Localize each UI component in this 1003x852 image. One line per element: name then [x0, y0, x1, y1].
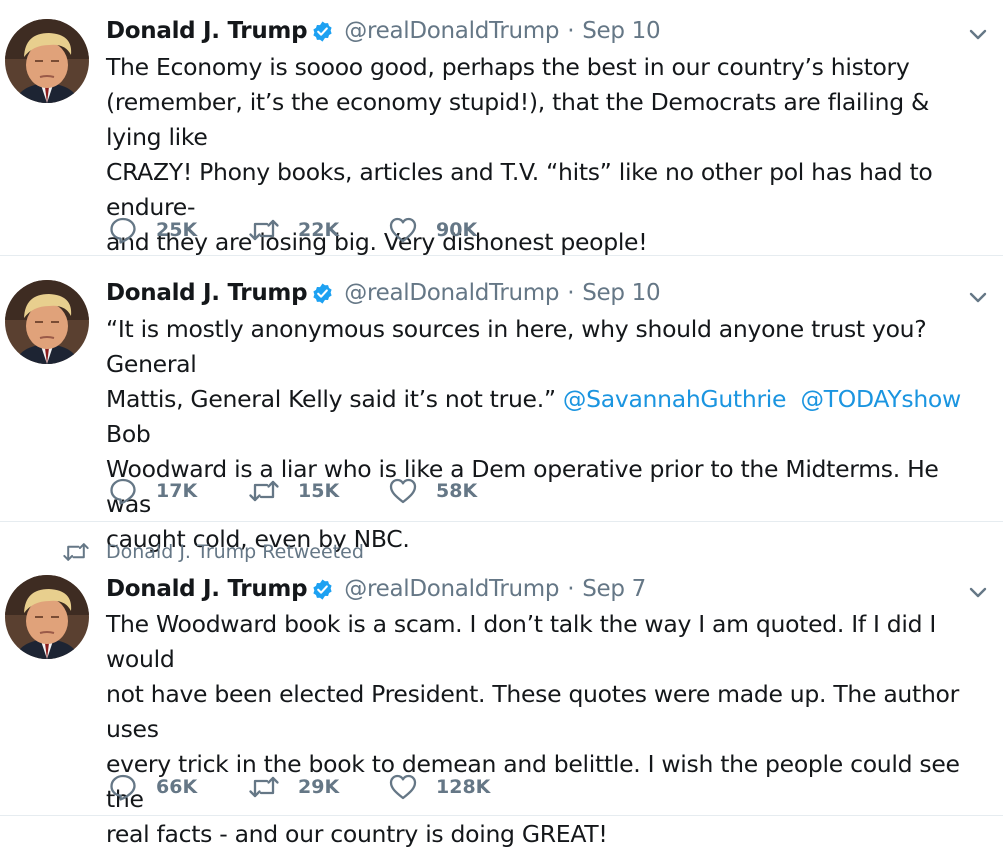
author-name[interactable]: Donald J. Trump [106, 280, 308, 306]
reply-icon [108, 772, 138, 802]
reply-count: 17K [156, 480, 198, 502]
avatar[interactable] [5, 575, 89, 659]
reply-count: 25K [156, 219, 198, 241]
chevron-down-icon[interactable] [965, 579, 991, 605]
text-line: The Economy is soooo good, perhaps the b… [106, 53, 910, 81]
retweet-context: Donald J. Trump Retweeted [62, 539, 364, 565]
retweet-icon [248, 772, 280, 802]
text-segment: Mattis, General Kelly said it’s not true… [106, 385, 563, 413]
reply-icon [108, 476, 138, 506]
reply-button[interactable]: 66K [108, 772, 248, 802]
tweet-text: The Woodward book is a scam. I don’t tal… [106, 607, 986, 852]
verified-badge-icon [311, 282, 334, 305]
text-line: “It is mostly anonymous sources in here,… [106, 315, 927, 378]
like-button[interactable]: 90K [388, 215, 528, 245]
text-line: The Woodward book is a scam. I don’t tal… [106, 610, 937, 673]
tweet-text: “It is mostly anonymous sources in here,… [106, 312, 986, 557]
verified-badge-icon [311, 20, 334, 43]
separator: · [567, 18, 575, 44]
retweeted-by-label[interactable]: Donald J. Trump Retweeted [106, 541, 364, 563]
tweet-date[interactable]: Sep 7 [582, 576, 646, 602]
separator: · [567, 576, 575, 602]
like-count: 58K [436, 480, 478, 502]
reply-count: 66K [156, 776, 198, 798]
tweet[interactable]: Donald J. Trump Retweeted Donald J. Trum… [0, 522, 1003, 848]
author-handle[interactable]: @realDonaldTrump [344, 280, 559, 306]
retweet-icon [248, 215, 280, 245]
tweet-header: Donald J. Trump @realDonaldTrump · Sep 1… [106, 278, 661, 308]
reply-icon [108, 215, 138, 245]
tweet-actions: 66K 29K 128K [108, 770, 528, 804]
reply-button[interactable]: 17K [108, 476, 248, 506]
reply-button[interactable]: 25K [108, 215, 248, 245]
tweet-header: Donald J. Trump @realDonaldTrump · Sep 1… [106, 16, 661, 46]
verified-badge-icon [311, 578, 334, 601]
tweet[interactable]: Donald J. Trump @realDonaldTrump · Sep 1… [0, 256, 1003, 553]
retweet-button[interactable]: 15K [248, 476, 388, 506]
author-name[interactable]: Donald J. Trump [106, 576, 308, 602]
retweet-button[interactable]: 22K [248, 215, 388, 245]
like-button[interactable]: 128K [388, 772, 528, 802]
tweet-actions: 25K 22K 90K [108, 213, 528, 247]
tweet-date[interactable]: Sep 10 [582, 280, 660, 306]
author-name[interactable]: Donald J. Trump [106, 18, 308, 44]
retweet-count: 15K [298, 480, 340, 502]
tweet-date[interactable]: Sep 10 [582, 18, 660, 44]
text-line: real facts - and our country is doing GR… [106, 820, 608, 848]
heart-icon [388, 772, 418, 802]
chevron-down-icon[interactable] [965, 284, 991, 310]
retweet-count: 29K [298, 776, 340, 798]
retweet-icon [62, 539, 90, 565]
separator: · [567, 280, 575, 306]
retweet-count: 22K [298, 219, 340, 241]
like-button[interactable]: 58K [388, 476, 528, 506]
tweet[interactable]: Donald J. Trump @realDonaldTrump · Sep 1… [0, 0, 1003, 256]
retweet-button[interactable]: 29K [248, 772, 388, 802]
mention-link[interactable]: @TODAYshow [801, 385, 962, 413]
mention-link[interactable]: @SavannahGuthrie [563, 385, 787, 413]
text-line: Mattis, General Kelly said it’s not true… [106, 382, 986, 452]
tweet-header: Donald J. Trump @realDonaldTrump · Sep 7 [106, 574, 646, 604]
text-segment: Bob [106, 420, 151, 448]
like-count: 128K [436, 776, 491, 798]
author-handle[interactable]: @realDonaldTrump [344, 18, 559, 44]
chevron-down-icon[interactable] [965, 21, 991, 47]
avatar[interactable] [5, 280, 89, 364]
author-handle[interactable]: @realDonaldTrump [344, 576, 559, 602]
like-count: 90K [436, 219, 478, 241]
heart-icon [388, 476, 418, 506]
avatar[interactable] [5, 19, 89, 103]
text-line: (remember, it’s the economy stupid!), th… [106, 88, 930, 151]
text-line: not have been elected President. These q… [106, 680, 959, 743]
tweet-actions: 17K 15K 58K [108, 474, 528, 508]
heart-icon [388, 215, 418, 245]
retweet-icon [248, 476, 280, 506]
